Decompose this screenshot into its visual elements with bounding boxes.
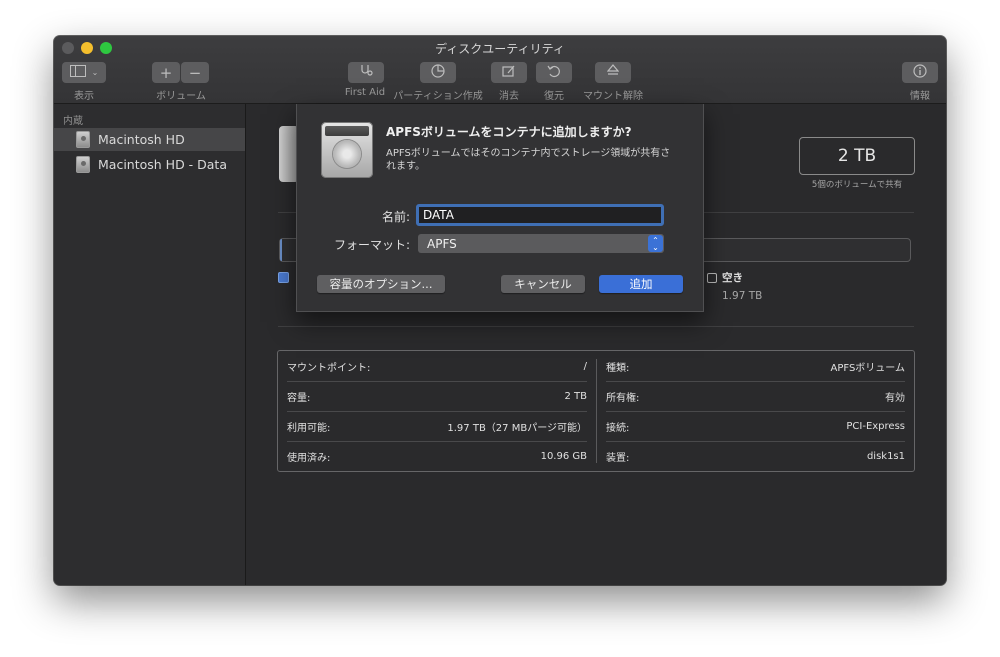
info-label: 情報	[910, 91, 930, 102]
restore-button[interactable]	[536, 62, 572, 83]
erase-button[interactable]	[491, 62, 527, 83]
info-row-connection: 接続: PCI-Express	[606, 411, 905, 441]
format-select[interactable]: APFS ⌃ ⌄	[418, 234, 664, 253]
name-label: 名前:	[381, 210, 410, 224]
erase-icon	[502, 64, 516, 81]
info-row-capacity: 容量: 2 TB	[287, 381, 587, 411]
info-label: 装置:	[606, 452, 630, 464]
info-value: PCI-Express	[846, 420, 905, 432]
chevron-down-icon: ⌄	[91, 68, 99, 77]
format-label: フォーマット:	[333, 238, 410, 252]
add-volume-button[interactable]: +	[152, 62, 180, 83]
name-input[interactable]	[416, 204, 664, 226]
stethoscope-icon	[359, 64, 373, 81]
capacity-box: 2 TB	[799, 137, 915, 175]
sidebar-icon	[69, 65, 86, 80]
format-value: APFS	[427, 236, 457, 251]
info-value: 有効	[885, 392, 905, 404]
free-legend-swatch	[707, 273, 717, 283]
info-value: APFSボリューム	[830, 362, 906, 374]
free-legend-value: 1.97 TB	[722, 290, 763, 302]
sidebar: 内蔵 Macintosh HD Macintosh HD - Data	[54, 104, 246, 585]
plus-icon: +	[159, 63, 173, 82]
add-button[interactable]: 追加	[599, 275, 683, 293]
info-button[interactable]	[902, 62, 938, 83]
pie-chart-icon	[431, 64, 445, 81]
info-label: マウントポイント:	[287, 362, 371, 374]
disk-utility-window: ディスクユーティリティ ⌄ 表示 + − ボリューム First Aid パーテ…	[54, 36, 946, 585]
eject-icon	[606, 64, 620, 81]
partition-button[interactable]	[420, 62, 456, 83]
remove-volume-button[interactable]: −	[181, 62, 209, 83]
column-divider	[596, 359, 597, 463]
info-row-used: 使用済み: 10.96 GB	[287, 441, 587, 471]
info-row-available: 利用可能: 1.97 TB（27 MBパージ可能）	[287, 411, 587, 441]
sidebar-item-macintosh-hd-data[interactable]: Macintosh HD - Data	[54, 153, 245, 176]
info-label: 利用可能:	[287, 422, 331, 434]
partition-label: パーティション作成	[393, 91, 483, 102]
dialog-description: APFSボリュームではそのコンテナ内でストレージ領域が共有されます。	[386, 148, 671, 172]
info-row-device: 装置: disk1s1	[606, 441, 905, 471]
add-volume-dialog: APFSボリュームをコンテナに追加しますか? APFSボリュームではそのコンテナ…	[296, 104, 704, 312]
info-row-type: 種類: APFSボリューム	[606, 351, 905, 381]
info-label: 所有権:	[606, 392, 640, 404]
info-table: マウントポイント: / 容量: 2 TB 利用可能: 1.97 TB（27 MB…	[277, 350, 915, 472]
sidebar-item-macintosh-hd[interactable]: Macintosh HD	[54, 128, 245, 151]
hard-disk-icon	[76, 156, 90, 173]
info-label: 容量:	[287, 392, 311, 404]
restore-label: 復元	[544, 91, 564, 102]
info-label: 種類:	[606, 362, 630, 374]
toolbar: ディスクユーティリティ ⌄ 表示 + − ボリューム First Aid パーテ…	[54, 36, 946, 104]
sidebar-section-internal: 内蔵	[63, 116, 83, 127]
info-value: 1.97 TB（27 MBパージ可能）	[447, 422, 587, 434]
sidebar-item-label: Macintosh HD	[98, 132, 185, 147]
volume-label: ボリューム	[156, 91, 206, 102]
first-aid-label: First Aid	[344, 87, 386, 98]
cancel-button[interactable]: キャンセル	[501, 275, 585, 293]
first-aid-button[interactable]	[348, 62, 384, 83]
minus-icon: −	[188, 63, 202, 82]
view-button[interactable]: ⌄	[62, 62, 106, 83]
sidebar-item-label: Macintosh HD - Data	[98, 157, 227, 172]
info-value: 10.96 GB	[540, 450, 587, 462]
unmount-label: マウント解除	[583, 91, 643, 102]
info-icon	[913, 64, 927, 81]
info-label: 接続:	[606, 422, 630, 434]
info-value: disk1s1	[866, 450, 905, 462]
info-row-ownership: 所有権: 有効	[606, 381, 905, 411]
unmount-button[interactable]	[595, 62, 631, 83]
erase-label: 消去	[499, 91, 519, 102]
info-value: 2 TB	[564, 390, 587, 402]
window-title: ディスクユーティリティ	[435, 42, 565, 56]
up-down-chevron-icon: ⌃ ⌄	[648, 235, 663, 252]
dialog-title: APFSボリュームをコンテナに追加しますか?	[386, 125, 632, 139]
capacity-note: 5個のボリュームで共有	[811, 180, 903, 190]
hard-disk-icon	[76, 131, 90, 148]
info-label: 使用済み:	[287, 452, 331, 464]
divider	[278, 326, 914, 327]
restore-arrow-icon	[547, 64, 561, 81]
info-value: /	[583, 360, 587, 372]
size-options-button[interactable]: 容量のオプション...	[317, 275, 445, 293]
hard-disk-icon	[321, 122, 373, 178]
view-label: 表示	[74, 91, 94, 102]
usage-bar-fill	[280, 239, 282, 261]
used-legend-swatch	[278, 272, 289, 283]
free-legend-label: 空き	[722, 272, 743, 284]
info-row-mount-point: マウントポイント: /	[287, 351, 587, 381]
